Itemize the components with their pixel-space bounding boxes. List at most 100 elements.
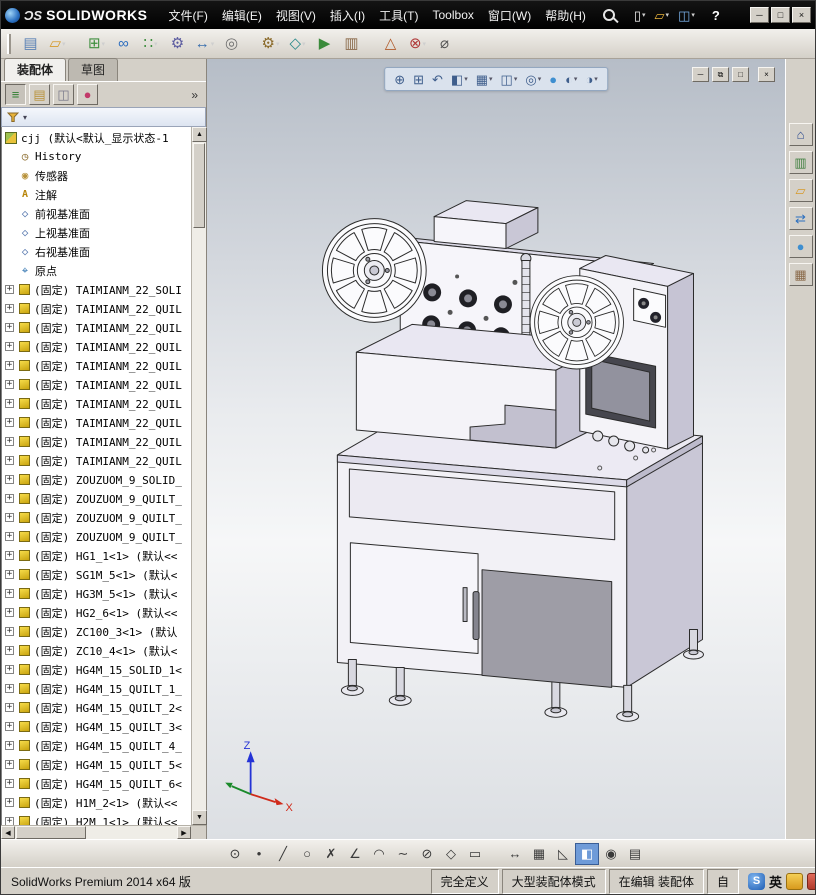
- tree-item[interactable]: + (固定) HG4M_15_SOLID_1<: [2, 660, 191, 679]
- grid-snap-toggle[interactable]: ▦: [527, 843, 551, 865]
- new-document[interactable]: ▯ ▾: [631, 7, 649, 24]
- mate[interactable]: ∞: [110, 31, 137, 56]
- tree-item[interactable]: + (固定) TAIMIANM_22_QUIL: [2, 356, 191, 375]
- interference-detection[interactable]: ⊗ ▾: [404, 31, 431, 56]
- smart-dimension-tool[interactable]: ⊙: [223, 843, 247, 865]
- display-style[interactable]: ◫ ▾: [498, 72, 521, 87]
- expand-toggle[interactable]: +: [5, 608, 14, 617]
- angle-snap-toggle[interactable]: ◺: [551, 843, 575, 865]
- configurationmanager-tab[interactable]: ◫: [53, 84, 74, 105]
- menu-item[interactable]: 文件(F): [162, 4, 215, 27]
- menu-item[interactable]: 编辑(E): [215, 4, 269, 27]
- tree-item[interactable]: + (固定) TAIMIANM_22_QUIL: [2, 299, 191, 318]
- tree-item[interactable]: + (固定) HG1_1<1> (默认<<: [2, 546, 191, 565]
- featureworks[interactable]: ▤: [17, 31, 44, 56]
- zoom-to-fit[interactable]: ⊕: [391, 72, 408, 87]
- expand-toggle[interactable]: +: [5, 551, 14, 560]
- polygon-tool[interactable]: ◇: [439, 843, 463, 865]
- tree-item[interactable]: + (固定) ZC100_3<1> (默认: [2, 622, 191, 641]
- minimize-window[interactable]: ─: [750, 7, 769, 23]
- menu-item[interactable]: 插入(I): [323, 4, 372, 27]
- tree-item[interactable]: + (固定) HG4M_15_QUILT_5<: [2, 755, 191, 774]
- expand-toggle[interactable]: +: [5, 684, 14, 693]
- tree-item[interactable]: + (固定) HG4M_15_QUILT_3<: [2, 717, 191, 736]
- new-window[interactable]: □: [732, 67, 749, 82]
- custom-properties-tab[interactable]: ▦: [788, 263, 813, 286]
- toolbar-grip[interactable]: [7, 33, 11, 54]
- tree-item[interactable]: + (固定) ZOUZUOM_9_QUILT_: [2, 489, 191, 508]
- circle-tool[interactable]: ○: [295, 843, 319, 865]
- scroll-up-button[interactable]: ▲: [192, 127, 207, 142]
- insert-components[interactable]: ⊞ ▾: [83, 31, 110, 56]
- graphics-area[interactable]: Z X ⊕ ⊞ ↶ ◧ ▾ ▦ ▾ ◫ ▾ ◎ ▾ ● ◐ ▾ ◑ ▾ ─ ⧉ …: [207, 59, 785, 839]
- expand-toggle[interactable]: +: [5, 589, 14, 598]
- displaymanager-tab[interactable]: ●: [77, 84, 98, 105]
- expand-toggle[interactable]: +: [5, 798, 14, 807]
- ime-icon[interactable]: S: [747, 872, 765, 890]
- tree-item[interactable]: + (固定) SG1M_5<1> (默认<: [2, 565, 191, 584]
- exploded-view[interactable]: △: [377, 31, 404, 56]
- tree-item[interactable]: + (固定) HG4M_15_QUILT_6<: [2, 774, 191, 793]
- reference-geometry[interactable]: ◇ ▾: [284, 31, 311, 56]
- expand-toggle[interactable]: +: [5, 361, 14, 370]
- panel-tab[interactable]: 装配体: [4, 58, 67, 81]
- expand-toggle[interactable]: +: [5, 399, 14, 408]
- expand-toggle[interactable]: +: [5, 741, 14, 750]
- linear-component-pattern[interactable]: ∷ ▾: [137, 31, 164, 56]
- tree-item[interactable]: 上视基准面: [2, 223, 191, 242]
- menu-item[interactable]: 视图(V): [269, 4, 323, 27]
- tree-item[interactable]: 传感器: [2, 166, 191, 185]
- vertical-scroll-thumb[interactable]: [193, 143, 205, 228]
- tree-item[interactable]: + (固定) HG2_6<1> (默认<<: [2, 603, 191, 622]
- tree-item[interactable]: + (固定) H2M_1<1> (默认<<: [2, 812, 191, 825]
- measure[interactable]: ⌀: [431, 31, 458, 56]
- menu-item[interactable]: Toolbox: [426, 5, 481, 25]
- tree-item[interactable]: + (固定) ZOUZUOM_9_QUILT_: [2, 508, 191, 527]
- tree-item[interactable]: + (固定) H1M_2<1> (默认<<: [2, 793, 191, 812]
- zoom-to-area[interactable]: ⊞: [410, 72, 427, 87]
- solidworks-resources-tab[interactable]: ⌂: [788, 123, 813, 146]
- show-hidden-components[interactable]: ◎: [218, 31, 245, 56]
- line-tool[interactable]: ╱: [271, 843, 295, 865]
- panel-tab[interactable]: 草图: [68, 58, 119, 81]
- bill-of-materials[interactable]: ▥: [338, 31, 365, 56]
- horizontal-scroll-thumb[interactable]: [16, 826, 86, 839]
- expand-toggle[interactable]: +: [5, 532, 14, 541]
- ime-extra-icon[interactable]: [807, 872, 815, 890]
- expand-toggle[interactable]: +: [5, 323, 14, 332]
- expand-toggle[interactable]: +: [5, 456, 14, 465]
- propertymanager-tab[interactable]: ▤: [29, 84, 50, 105]
- design-library-tab[interactable]: ▥: [788, 151, 813, 174]
- close-window[interactable]: ×: [792, 7, 811, 23]
- tree-item[interactable]: 右视基准面: [2, 242, 191, 261]
- panel-expand-chevron[interactable]: »: [187, 88, 202, 102]
- ime-language-indicator[interactable]: 英: [769, 872, 782, 891]
- expand-toggle[interactable]: +: [5, 304, 14, 313]
- previous-view[interactable]: ↶: [429, 72, 446, 87]
- assembly-features[interactable]: ⚙ ▾: [257, 31, 284, 56]
- tree-item[interactable]: + (固定) HG4M_15_QUILT_2<: [2, 698, 191, 717]
- open-document[interactable]: ▱ ▾: [652, 7, 673, 24]
- expand-toggle[interactable]: +: [5, 380, 14, 389]
- view-palette-tab[interactable]: ⇄: [788, 207, 813, 230]
- horizontal-dimension-tool[interactable]: ↔: [503, 843, 527, 865]
- filter-input[interactable]: [31, 111, 200, 123]
- edit-appearance[interactable]: ●: [546, 72, 560, 87]
- tree-item[interactable]: History: [2, 147, 191, 166]
- tree-item[interactable]: + (固定) TAIMIANM_22_QUIL: [2, 432, 191, 451]
- menu-item[interactable]: 窗口(W): [481, 4, 538, 27]
- trim-entities-tool[interactable]: ✗: [319, 843, 343, 865]
- filter-dropdown-icon[interactable]: ▾: [23, 113, 27, 122]
- quick-snaps-toggle[interactable]: ◉: [599, 843, 623, 865]
- expand-toggle[interactable]: +: [5, 494, 14, 503]
- scroll-left-button[interactable]: ◀: [1, 826, 15, 839]
- tree-item[interactable]: 原点: [2, 261, 191, 280]
- expand-toggle[interactable]: +: [5, 570, 14, 579]
- tree-item[interactable]: + (固定) ZOUZUOM_9_SOLID_: [2, 470, 191, 489]
- filter-funnel-icon[interactable]: [7, 111, 19, 123]
- ellipse-tool[interactable]: ⊘: [415, 843, 439, 865]
- save-document[interactable]: ◫ ▾: [675, 7, 698, 24]
- smart-fasteners[interactable]: ⚙: [164, 31, 191, 56]
- move-component[interactable]: ↔ ▾: [191, 31, 218, 56]
- expand-toggle[interactable]: +: [5, 627, 14, 636]
